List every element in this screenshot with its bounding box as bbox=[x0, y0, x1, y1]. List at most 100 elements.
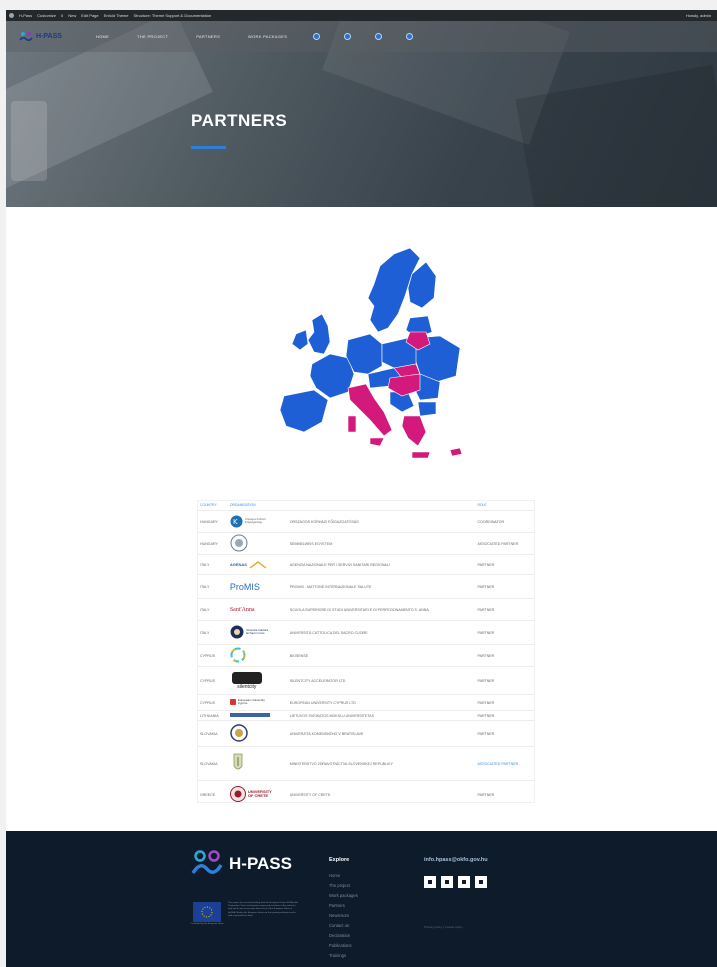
cell-role: PARTNER bbox=[477, 554, 535, 575]
table-row: ITALY ProMIS PROMIS - MATTONE INTERNAZIO… bbox=[197, 574, 535, 599]
admin-bar-account[interactable]: Howdy, admin bbox=[686, 13, 711, 18]
admin-bar-customize[interactable]: Customize bbox=[37, 13, 56, 18]
admin-bar-new[interactable]: New bbox=[68, 13, 76, 18]
nav-social-icons bbox=[313, 33, 414, 40]
table-row: ITALY Università Cattolica del Sacro Cuo… bbox=[197, 620, 535, 645]
youtube-glyph bbox=[445, 880, 449, 884]
linkedin-icon[interactable] bbox=[458, 876, 470, 888]
admin-bar-comments[interactable]: 0 bbox=[61, 13, 63, 18]
wordpress-icon[interactable] bbox=[9, 13, 14, 18]
footer-email[interactable]: info.hpass@okfo.gov.hu bbox=[424, 857, 488, 863]
twitter-icon[interactable] bbox=[475, 876, 487, 888]
cell-logo: silentcity bbox=[229, 666, 290, 695]
admin-bar-structure[interactable]: Structure: Theme Support & Documentation bbox=[133, 13, 211, 18]
facebook-icon[interactable] bbox=[406, 33, 414, 40]
admin-bar-site[interactable]: H-Pass bbox=[19, 13, 32, 18]
map-iberia bbox=[279, 389, 329, 433]
explore-item-publications[interactable]: Publications bbox=[329, 941, 358, 951]
silentcity-logo-text: silentcity bbox=[237, 683, 257, 690]
silentcity-logo-box bbox=[231, 671, 262, 684]
partners-table: COUNTRY ORGANISATION ROLE HUNGARY K Orsz… bbox=[197, 500, 535, 809]
explore-item-home[interactable]: Home bbox=[329, 871, 358, 881]
okfo-logo-icon: K bbox=[230, 515, 243, 527]
header-country[interactable]: COUNTRY bbox=[197, 500, 230, 511]
nav-item-partners[interactable]: PARTNERS bbox=[196, 34, 220, 39]
linkedin-icon[interactable] bbox=[375, 33, 383, 40]
cell-country: ITALY bbox=[197, 574, 230, 599]
cell-country: CYPRUS bbox=[197, 694, 230, 711]
agenas-mark-icon bbox=[249, 560, 267, 569]
footer-logo[interactable]: H-PASS bbox=[190, 849, 292, 879]
euc-logo-text: European University Cyprus bbox=[237, 697, 265, 706]
table-row: CYPRUS silentcity SILENTCITY ACCELERATOR… bbox=[197, 666, 535, 695]
map-france bbox=[309, 353, 355, 399]
eu-disclaimer: This project has received funding from t… bbox=[228, 902, 298, 917]
cell-organisation: ORSZÁGOS KÓRHÁZI FŐIGAZGATÓSÁG bbox=[289, 510, 478, 533]
cell-country: ITALY bbox=[197, 620, 230, 645]
nav-menu: HOME THE PROJECT PARTNERS WORK PACKAGES bbox=[96, 34, 287, 39]
explore-item-partners[interactable]: Partners bbox=[329, 901, 358, 911]
euc-logo: European University Cyprus bbox=[229, 697, 268, 706]
table-row: ITALY AGENAS AGENZIA NAZIONALE PER I SER… bbox=[197, 554, 535, 575]
eu-stars-icon bbox=[201, 906, 213, 918]
admin-bar: H-Pass Customize 0 New Edit Page Enfold … bbox=[6, 10, 717, 21]
cattolica-seal-icon bbox=[230, 625, 244, 639]
twitter-glyph bbox=[479, 880, 483, 884]
header-organisation[interactable]: ORGANISATION bbox=[230, 500, 290, 511]
site-footer: H-PASS Co-funded by the European Union T… bbox=[6, 831, 717, 967]
cell-role: PARTNER bbox=[477, 780, 535, 809]
logo-text: H-PASS bbox=[36, 33, 62, 40]
comenius-seal-icon bbox=[230, 724, 248, 742]
header-role[interactable]: ROLE bbox=[477, 500, 535, 511]
cattolica-logo-text: Università Cattolica del Sacro Cuore bbox=[245, 629, 269, 635]
email-icon[interactable] bbox=[424, 876, 436, 888]
hero-background-object bbox=[11, 101, 47, 181]
cell-logo: Università Cattolica del Sacro Cuore bbox=[229, 620, 290, 645]
explore-item-newsroom[interactable]: Newsroom bbox=[329, 911, 358, 921]
explore-item-work-packages[interactable]: Work packages bbox=[329, 891, 358, 901]
cell-country: LITHUANIA bbox=[197, 710, 230, 721]
promis-logo-text: ProMIS bbox=[229, 581, 260, 592]
cell-logo: K Országos Kórházi Főigazgatóság bbox=[229, 510, 290, 533]
table-row: HUNGARY SEMMELWEIS EGYETEM ASSOCIATED PA… bbox=[197, 532, 535, 555]
cattolica-logo: Università Cattolica del Sacro Cuore bbox=[230, 625, 272, 639]
cell-country: HUNGARY bbox=[197, 532, 230, 555]
table-row: ITALY Sant'Anna SCUOLA SUPERIORE DI STUD… bbox=[197, 598, 535, 621]
nav-item-home[interactable]: HOME bbox=[96, 34, 109, 39]
crete-logo: UNIVERSITY OF CRETE bbox=[229, 786, 272, 803]
table-row: SLOVAKIA MINISTERSTVO ZDRAVOTNÍCTVA SLOV… bbox=[197, 746, 535, 781]
explore-item-project[interactable]: The project bbox=[329, 881, 358, 891]
youtube-icon[interactable] bbox=[441, 876, 453, 888]
youtube-icon[interactable] bbox=[313, 33, 321, 40]
nav-item-the-project[interactable]: THE PROJECT bbox=[137, 34, 168, 39]
cell-country: SLOVAKIA bbox=[197, 746, 230, 781]
explore-item-trainings[interactable]: Trainings bbox=[329, 951, 358, 961]
admin-bar-theme[interactable]: Enfold Theme bbox=[104, 13, 129, 18]
site-logo[interactable]: H-PASS bbox=[19, 31, 62, 42]
twitter-icon[interactable] bbox=[344, 33, 352, 40]
cell-logo: AGENAS bbox=[229, 554, 290, 575]
explore-item-declaration[interactable]: Declaration bbox=[329, 931, 358, 941]
eu-flag-icon bbox=[193, 902, 221, 922]
cell-organisation: SCUOLA SUPERIORE DI STUDI UNIVERSITARI E… bbox=[289, 598, 478, 621]
page-title: PARTNERS bbox=[191, 111, 288, 130]
explore-item-contact[interactable]: Contact us bbox=[329, 921, 358, 931]
cell-role: PARTNER bbox=[477, 720, 535, 747]
role-link[interactable]: ASSOCIATED PARTNER bbox=[477, 762, 518, 766]
cell-organisation: EUROPEAN UNIVERSITY CYPRUS LTD bbox=[289, 694, 478, 711]
table-row: HUNGARY K Országos Kórházi Főigazgatóság… bbox=[197, 510, 535, 533]
crete-seal-icon bbox=[229, 786, 246, 803]
cell-logo bbox=[229, 710, 290, 721]
map-bulgaria bbox=[417, 401, 437, 417]
footer-policy-links[interactable]: Privacy policy | Cookie policy bbox=[424, 925, 463, 929]
cell-organisation: UNIVERSITÀ CATTOLICA DEL SACRO CUORE bbox=[289, 620, 478, 645]
nav-item-work-packages[interactable]: WORK PACKAGES bbox=[248, 34, 287, 39]
semmelweis-seal-icon bbox=[230, 534, 248, 552]
admin-bar-edit-page[interactable]: Edit Page bbox=[81, 13, 98, 18]
cell-country: CYPRUS bbox=[197, 666, 230, 695]
cell-organisation: SEMMELWEIS EGYETEM bbox=[289, 532, 478, 555]
cell-logo: UNIVERSITY OF CRETE bbox=[229, 780, 290, 809]
table-row: GREECE UNIVERSITY OF CRETE UNIVERSITY OF… bbox=[197, 780, 535, 809]
cell-organisation: PROMIS - MATTONE INTERNAZIONALE SALUTE bbox=[289, 574, 478, 599]
browser-page: H-Pass Customize 0 New Edit Page Enfold … bbox=[6, 10, 717, 967]
